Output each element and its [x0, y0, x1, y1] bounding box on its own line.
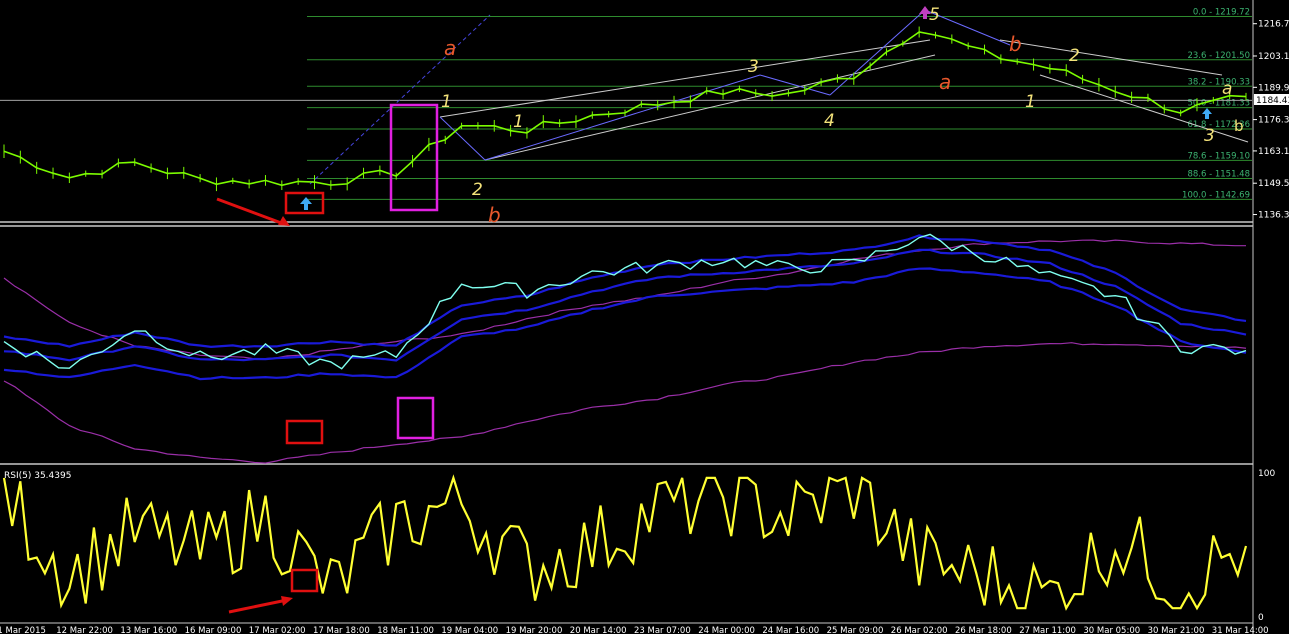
price-tick-label-3: 1176.30	[1258, 116, 1289, 126]
price-tick-label-6: 1136.30	[1258, 211, 1289, 221]
wave-label-a1: a	[444, 36, 456, 60]
panel-frames	[0, 0, 1254, 634]
fib-label-6: 88.6 - 1151.48	[1187, 170, 1250, 180]
wave-label-b3: b	[1234, 117, 1244, 135]
time-label-14: 26 Mar 02:00	[891, 626, 948, 634]
trendline-6	[829, 9, 926, 96]
wave-label-5: 5	[929, 5, 940, 25]
highlight-box-magenta-mid	[396, 396, 435, 440]
rsi-indicator-label: RSI(5) 35.4395	[4, 471, 71, 481]
time-label-15: 26 Mar 18:00	[955, 626, 1012, 634]
time-label-11: 24 Mar 00:00	[698, 626, 755, 634]
time-axis: 11 Mar 2015 12 Mar 22:00 13 Mar 16:00 16 Ma…	[0, 626, 1269, 634]
time-label-3: 16 Mar 09:00	[185, 626, 242, 634]
price-series	[3, 26, 1247, 192]
wave-label-v3: 3	[1204, 126, 1215, 146]
oscillator-slow-line	[3, 239, 1247, 360]
wave-label-v2: 2	[1069, 46, 1080, 66]
wave-label-b2: b	[1009, 32, 1022, 56]
wave-label-b1: b	[488, 203, 501, 227]
oscillator-slow-lower	[3, 342, 1247, 464]
time-label-1: 12 Mar 22:00	[56, 626, 113, 634]
time-label-18: 30 Mar 21:00	[1148, 626, 1205, 634]
time-label-17: 30 Mar 05:00	[1083, 626, 1140, 634]
price-tick-label-1: 1203.10	[1258, 52, 1289, 62]
bollinger-upper	[3, 234, 1247, 349]
trendline-1	[439, 39, 931, 118]
wave-label-1: 1	[441, 92, 452, 112]
time-label-12: 24 Mar 16:00	[762, 626, 819, 634]
current-price-tag: 1184.43	[1254, 94, 1289, 106]
time-label-2: 13 Mar 16:00	[120, 626, 177, 634]
price-tick-label-2: 1189.90	[1258, 83, 1289, 93]
fib-label-7: 100.0 - 1142.69	[1182, 190, 1250, 200]
buy-arrow-icon-right	[1202, 108, 1212, 119]
time-label-9: 20 Mar 14:00	[570, 626, 627, 634]
time-label-8: 19 Mar 20:00	[506, 626, 563, 634]
fib-label-5: 78.6 - 1159.10	[1187, 151, 1250, 161]
time-label-6: 18 Mar 11:00	[377, 626, 434, 634]
wave-label-2: 2	[472, 180, 483, 200]
wave-label-1b: 1	[513, 112, 524, 132]
rsi-line	[2, 474, 1248, 611]
rsi-panel	[2, 474, 1248, 611]
time-label-4: 17 Mar 02:00	[249, 626, 306, 634]
rsi-axis-100: 100	[1258, 469, 1275, 479]
fib-label-1: 23.6 - 1201.50	[1187, 51, 1250, 61]
trendline-0	[309, 14, 491, 185]
trendline-4	[484, 74, 761, 161]
price-tick-label-5: 1149.50	[1258, 179, 1289, 189]
bollinger-lower	[3, 267, 1247, 381]
price-line	[3, 31, 1247, 187]
time-label-13: 25 Mar 09:00	[827, 626, 884, 634]
highlight-box-red-bottom	[290, 568, 319, 593]
price-axis: 1216.70 1203.10 1189.90 1176.30 1163.10 1149.…	[1253, 20, 1289, 221]
time-label-19: 31 Mar 14:00	[1212, 626, 1269, 634]
fibonacci-levels: 0.0 - 1219.72 23.6 - 1201.50 38.2 - 1190.3…	[0, 8, 1252, 200]
time-label-7: 19 Mar 04:00	[441, 626, 498, 634]
wave-label-a2: a	[939, 70, 951, 94]
chart-canvas: 0.0 - 1219.72 23.6 - 1201.50 38.2 - 1190.3…	[0, 0, 1289, 634]
fib-label-2: 38.2 - 1190.33	[1187, 77, 1250, 87]
wave-label-4: 4	[824, 111, 835, 131]
price-tick-label-4: 1163.10	[1258, 147, 1289, 157]
wave-label-a3: a	[1222, 79, 1232, 99]
time-label-5: 17 Mar 18:00	[313, 626, 370, 634]
time-label-10: 23 Mar 07:00	[634, 626, 691, 634]
wave-label-3: 3	[748, 57, 759, 77]
time-label-16: 27 Mar 11:00	[1019, 626, 1076, 634]
oscillator-panel	[3, 233, 1247, 464]
rsi-axis-0: 0	[1258, 613, 1264, 623]
highlight-box-magenta-top	[389, 103, 439, 212]
time-label-0: 11 Mar 2015	[0, 626, 46, 634]
wave-labels: a b 1 2 1 3 4 5 a b 1 2 3 a b	[441, 5, 1244, 227]
red-arrow-bottom-icon	[228, 596, 293, 614]
fib-label-0: 0.0 - 1219.72	[1193, 8, 1250, 18]
wave-label-v1: 1	[1025, 92, 1036, 112]
current-price-label: 1184.43	[1256, 96, 1289, 106]
highlight-box-red-mid	[285, 419, 324, 445]
price-tick-label-0: 1216.70	[1258, 20, 1289, 30]
